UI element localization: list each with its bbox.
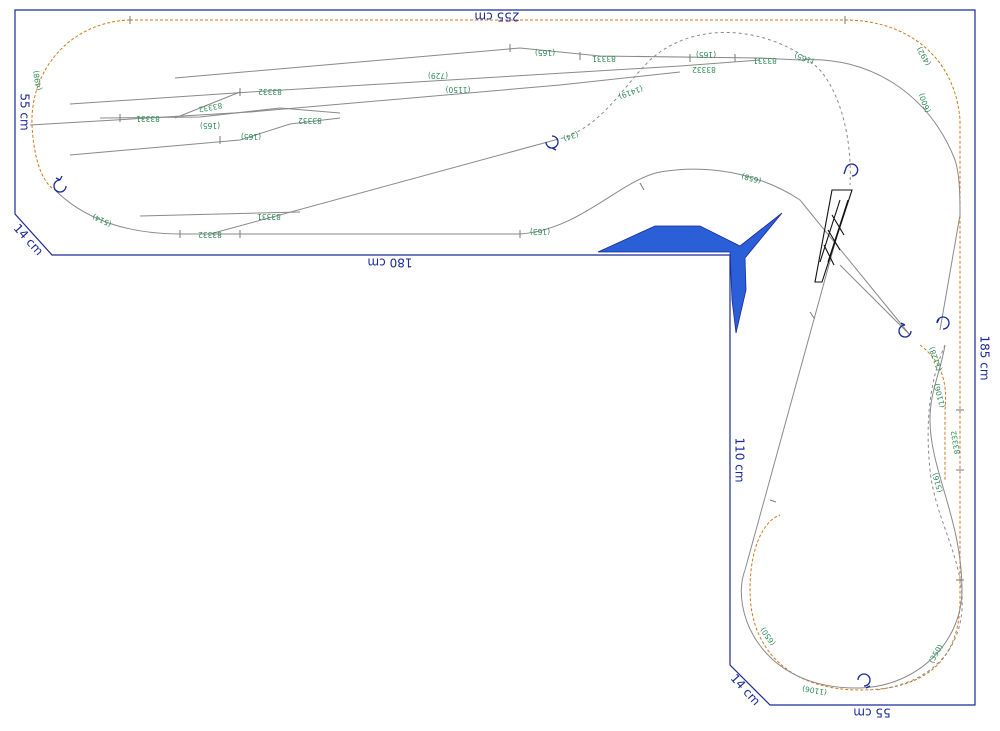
dim-inner-vertical-label: 110 cm	[733, 437, 747, 482]
bridge-icon	[814, 189, 853, 283]
reversing-loop-icon	[53, 175, 67, 193]
track-label: 83332	[692, 65, 716, 74]
track-label: (492)	[915, 45, 933, 67]
track-label: (650)	[758, 626, 777, 648]
track-label: (658)	[740, 171, 762, 185]
track-label: (1150)	[445, 85, 470, 94]
main-loop-track	[54, 168, 911, 336]
track-label: (1106)	[932, 382, 947, 408]
track-label: 83332	[258, 87, 282, 96]
track-label: 83332	[198, 101, 223, 114]
reversing-loop-icon	[857, 673, 871, 689]
track-label: 83331	[592, 54, 616, 63]
hidden-right-track	[874, 344, 963, 691]
dim-corner-bottom-label: 14 cm	[728, 671, 763, 708]
track-label: (165)	[696, 50, 716, 59]
dim-middle-label: 180 cm	[367, 256, 412, 270]
track-label: (165)	[793, 51, 815, 66]
dim-right-label: 185 cm	[978, 335, 992, 380]
dim-top-label: 255 cm	[474, 10, 519, 24]
water-icon	[597, 212, 783, 334]
track-label: (163)	[530, 227, 550, 236]
upper-return-track	[839, 264, 911, 336]
track-label: 83332	[198, 230, 222, 239]
track-label: (165)	[200, 121, 220, 130]
dim-corner-left-label: 14 cm	[11, 221, 46, 258]
track-label: (729)	[428, 71, 448, 80]
track-label: (498)	[31, 70, 43, 91]
track-label: (1106)	[801, 684, 827, 697]
track-labels: (165) 83331 (165) 83331 (729) 83332 (115…	[31, 45, 962, 697]
track-label: (165)	[535, 48, 555, 57]
track-label: (34)	[562, 129, 580, 143]
track-label: (350)	[927, 643, 945, 665]
track-label: 83332	[298, 116, 322, 125]
track-label: 83331	[753, 56, 777, 65]
right-main-track	[799, 59, 961, 331]
reversing-loop-icon	[545, 135, 559, 151]
track-label: (600)	[917, 92, 932, 114]
track-label: (1419)	[618, 84, 645, 101]
reversing-loop-icon	[936, 316, 950, 330]
yard-track-3	[29, 71, 681, 126]
track-label: (165)	[241, 132, 261, 141]
dim-left-label: 55 cm	[18, 93, 32, 130]
track-label: (516)	[931, 472, 945, 494]
long-diagonal-track	[740, 231, 963, 689]
lower-left-curve	[31, 19, 131, 191]
track-plan: 255 cm 55 cm 14 cm 180 cm 185 cm 110 cm …	[11, 9, 992, 720]
reversing-loop-icon	[843, 163, 859, 177]
track-label: 83331	[257, 212, 281, 221]
track-label: 83331	[136, 114, 160, 123]
track-label: (514)	[91, 212, 113, 229]
lower-loop-track	[130, 19, 961, 691]
dim-bottom-label: 55 cm	[853, 706, 890, 720]
